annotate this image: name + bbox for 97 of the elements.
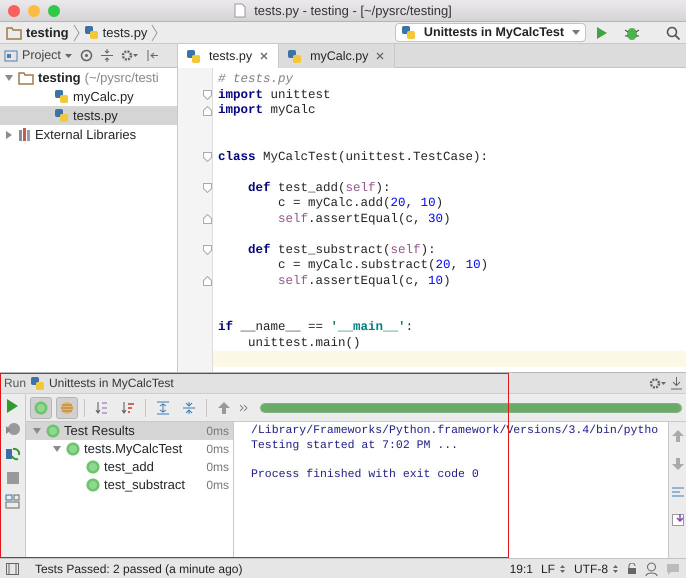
python-icon [400, 25, 416, 40]
cursor-position[interactable]: 19:1 [510, 560, 533, 578]
folder-icon [18, 70, 34, 85]
search-icon[interactable] [666, 26, 680, 40]
encoding-selector[interactable]: UTF-8 [574, 560, 619, 578]
up-down-icon [612, 564, 619, 574]
expanded-arrow-icon[interactable] [4, 72, 14, 82]
test-tree-item[interactable]: tests.MyCalcTest 0ms [26, 440, 233, 458]
up-arrow-icon[interactable] [672, 430, 684, 442]
document-icon [234, 3, 246, 18]
status-message: Tests Passed: 2 passed (a minute ago) [35, 560, 242, 578]
editor-tab[interactable]: tests.py [178, 44, 280, 68]
unfold-icon[interactable] [203, 106, 212, 116]
tree-item[interactable]: myCalc.py [0, 87, 177, 106]
code-line: self.assertEqual(c, 30) [277, 212, 452, 227]
close-icon[interactable] [260, 52, 268, 60]
python-file-icon [54, 108, 69, 123]
up-arrow-icon [217, 400, 231, 414]
fold-icon[interactable] [203, 183, 212, 194]
console-line: Testing started at 7:02 PM ... [251, 438, 460, 453]
crosshair-icon[interactable] [80, 49, 93, 62]
ignored-filter-button[interactable] [56, 396, 78, 418]
sort-by-duration-icon [121, 400, 135, 414]
code-line: c = myCalc.substract(20, 10) [277, 258, 490, 274]
down-arrow-icon[interactable] [672, 458, 684, 470]
python-file-icon [54, 89, 69, 104]
run-icon[interactable] [596, 26, 608, 40]
passed-icon [86, 460, 100, 474]
caret-icon [572, 30, 580, 35]
passed-filter-button[interactable] [30, 396, 52, 418]
expand-all-icon [156, 400, 170, 414]
passed-filter-icon [34, 400, 48, 414]
rerun-icon[interactable] [4, 446, 20, 462]
code-line: c = myCalc.add(20, 10) [277, 196, 444, 212]
sort-alphabetically-icon [95, 400, 109, 414]
lock-icon[interactable] [627, 563, 637, 574]
passed-icon [86, 478, 100, 492]
collapse-all-icon [182, 400, 196, 414]
window-title: tests.py - testing - [~/pysrc/testing] [254, 2, 452, 20]
close-icon[interactable] [376, 52, 384, 60]
code-line: class MyCalcTest(unittest.TestCase): [217, 150, 490, 165]
hide-panel-icon[interactable] [671, 376, 682, 390]
python-file-icon [186, 48, 201, 64]
code-line: def test_add(self): [247, 180, 392, 196]
close-button[interactable] [8, 5, 20, 17]
chevron-icon [151, 24, 158, 42]
project-icon [4, 50, 18, 62]
collapse-icon[interactable] [100, 49, 113, 62]
panel-title: Run [4, 375, 26, 392]
run-icon[interactable] [4, 398, 20, 414]
code-line: unittest.main() [247, 336, 362, 351]
fold-icon[interactable] [203, 245, 212, 256]
fold-icon[interactable] [203, 90, 212, 100]
library-icon [18, 127, 31, 142]
python-file-icon [287, 48, 302, 64]
tree-item[interactable]: testing (~/pysrc/testi [0, 68, 177, 87]
wrap-icon[interactable] [672, 486, 684, 498]
code-line: import unittest [217, 88, 332, 103]
code-line: import myCalc [217, 103, 317, 118]
code-line: # tests.py [217, 72, 294, 88]
caret-icon [64, 54, 72, 58]
breadcrumb-item[interactable]: tests.py [102, 22, 148, 42]
passed-icon [66, 442, 80, 456]
run-configuration-name: Unittests in MyCalcTest [49, 375, 174, 392]
console-line: Process finished with exit code 0 [251, 468, 480, 482]
editor-tab[interactable]: myCalc.py [279, 44, 396, 68]
folder-icon [6, 25, 22, 40]
up-down-icon [559, 564, 566, 574]
settings-icon[interactable] [649, 376, 667, 390]
export-icon[interactable] [672, 514, 684, 526]
test-tree-item[interactable]: test_substract 0ms [26, 476, 233, 494]
test-tree-item[interactable]: Test Results 0ms [26, 422, 233, 440]
hide-panel-icon[interactable] [146, 49, 159, 62]
more-icon[interactable] [239, 404, 248, 412]
unfold-icon[interactable] [203, 214, 212, 224]
unfold-icon[interactable] [203, 276, 212, 286]
layout-icon[interactable] [4, 494, 20, 510]
code-line: if __name__ == '__main__': [217, 320, 414, 336]
inspector-icon[interactable] [645, 562, 658, 576]
chevron-icon [72, 24, 80, 42]
tool-windows-icon[interactable] [6, 562, 19, 574]
collapsed-arrow-icon[interactable] [4, 130, 14, 140]
settings-icon[interactable] [120, 49, 139, 62]
python-file-icon [84, 25, 99, 40]
fold-icon[interactable] [203, 152, 212, 162]
ignored-filter-icon [60, 400, 74, 414]
code-line: def test_substract(self): [247, 242, 437, 258]
tree-item[interactable]: tests.py [0, 106, 177, 125]
tree-item[interactable]: External Libraries [0, 125, 177, 144]
test-tree-item[interactable]: test_add 0ms [26, 458, 233, 476]
run-configuration-dropdown[interactable]: Unittests in MyCalcTest [394, 23, 586, 42]
code-line: self.assertEqual(c, 10) [277, 274, 452, 289]
python-icon [30, 376, 46, 390]
passed-icon [46, 424, 60, 438]
breadcrumb-item[interactable]: testing [26, 22, 69, 42]
zoom-button[interactable] [48, 5, 60, 17]
line-separator-selector[interactable]: LF [540, 560, 566, 578]
